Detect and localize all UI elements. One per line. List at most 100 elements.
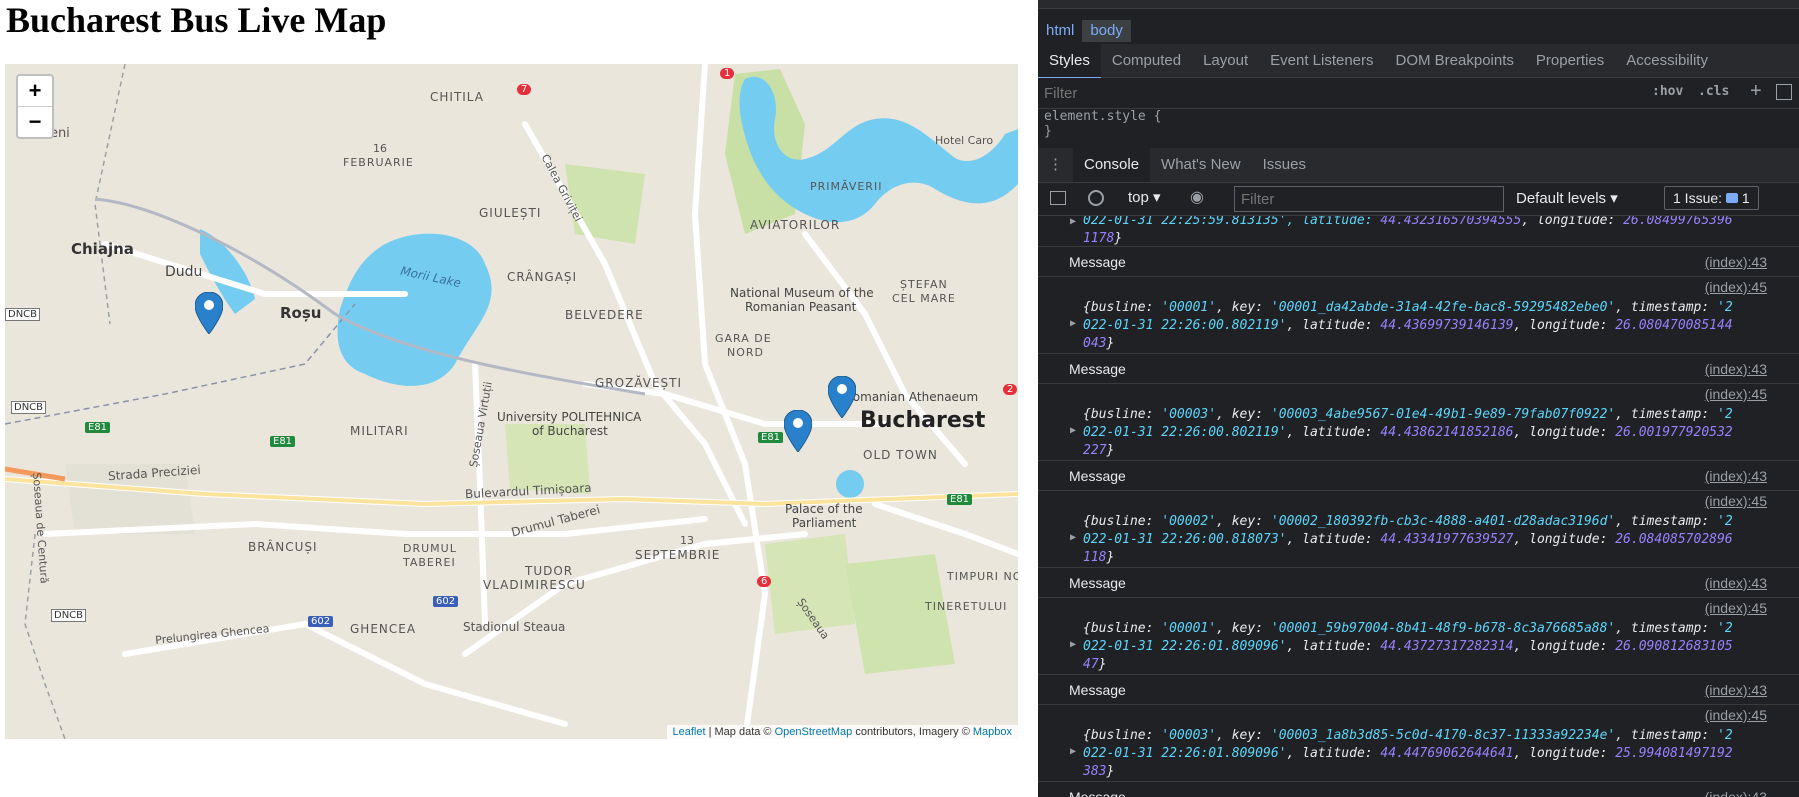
styles-filter-input[interactable] (1042, 81, 1636, 105)
log-message-row: Message (index):43 (1038, 568, 1799, 598)
map-label-palace-line2: Parliament (792, 516, 857, 530)
console-log: 022-01-31 22:25:59.813135', latitude: 44… (1038, 216, 1799, 797)
log-source-link[interactable]: (index):45 (1705, 279, 1767, 295)
log-message-row: Message (index):43 (1038, 675, 1799, 705)
timestamp-value: 022-01-31 22:26:00.802119' (1083, 318, 1287, 333)
context-value: top (1128, 189, 1149, 206)
expand-arrow-icon[interactable]: ▶ (1070, 532, 1076, 543)
longitude-value-rest: 043 (1083, 336, 1107, 351)
show-sidebar-icon[interactable] (1050, 191, 1066, 205)
hov-toggle[interactable]: :hov (1652, 84, 1683, 99)
map-label-primaverii: PRIMĂVERII (810, 180, 883, 193)
log-source-link[interactable]: (index):43 (1705, 789, 1767, 797)
tab-computed[interactable]: Computed (1101, 44, 1192, 77)
longitude-value-rest: 47 (1083, 657, 1099, 672)
new-style-rule-icon[interactable]: + (1750, 80, 1762, 103)
map-label-univ-line2: of Bucharest (532, 424, 608, 438)
bus-marker-2[interactable] (828, 376, 856, 418)
log-source-link[interactable]: (index):43 (1705, 682, 1767, 698)
log-levels-dropdown[interactable]: Default levels ▾ (1516, 189, 1618, 207)
breadcrumb-body[interactable]: body (1082, 20, 1131, 42)
dom-breadcrumb: html body (1038, 18, 1131, 44)
bus-map[interactable]: Rudeni CHITILA 16 FEBRUARIE Calea Griviț… (5, 64, 1018, 739)
expand-arrow-icon[interactable]: ▶ (1070, 746, 1076, 757)
log-source-link[interactable]: (index):43 (1705, 254, 1767, 270)
map-label-athenaeum: Romanian Athenaeum (845, 390, 979, 404)
key-value: '00001_59b97004-8b41-48f9-b678-8c3a76685… (1270, 621, 1616, 636)
context-selector[interactable]: top ▾ (1128, 188, 1161, 206)
tab-event-listeners[interactable]: Event Listeners (1259, 44, 1384, 77)
attribution-text-2: contributors, Imagery © (852, 726, 973, 738)
road-shield-e81-3: E81 (758, 432, 784, 443)
log-source-link[interactable]: (index):45 (1705, 493, 1767, 509)
partial-longitude-key: , longitude: (1521, 216, 1624, 228)
live-expression-eye-icon[interactable]: ◉ (1190, 187, 1204, 207)
busline-value: '00003' (1161, 728, 1217, 743)
bus-marker-3[interactable] (784, 410, 812, 452)
map-label-chiajna: Chiajna (71, 240, 134, 258)
latitude-value: 44.43862141852186 (1380, 425, 1514, 440)
timestamp-value: 022-01-31 22:26:00.818073' (1083, 532, 1287, 547)
log-object-row: (index):45 ▶ {busline: '00003', key: '0000… (1038, 384, 1799, 461)
breadcrumb-html[interactable]: html (1038, 20, 1082, 42)
expand-arrow-icon[interactable]: ▶ (1070, 425, 1076, 436)
log-object[interactable]: {busline: '00001', key: '00001_da42abde-… (1083, 299, 1773, 353)
tab-whats-new[interactable]: What's New (1150, 148, 1252, 182)
map-label-taberei-district: TABEREI (403, 556, 456, 569)
latitude-value: 44.43699739146139 (1380, 318, 1514, 333)
drawer-menu-icon[interactable]: ⋮ (1038, 148, 1073, 182)
log-object[interactable]: {busline: '00003', key: '00003_1a8b3d85-… (1083, 727, 1773, 781)
timestamp-value: 022-01-31 22:26:00.802119' (1083, 425, 1287, 440)
timestamp-value: 022-01-31 22:26:01.809096' (1083, 639, 1287, 654)
tab-dom-breakpoints[interactable]: DOM Breakpoints (1385, 44, 1525, 77)
log-object-row: (index):45 ▶ {busline: '00001', key: '0000… (1038, 277, 1799, 354)
log-levels-value: Default levels (1516, 190, 1607, 207)
timestamp-value-start: '2 (1717, 300, 1733, 315)
issues-button[interactable]: 1 Issue: 1 (1664, 186, 1759, 210)
log-source-link[interactable]: (index):45 (1705, 600, 1767, 616)
bus-marker-1[interactable] (195, 292, 223, 334)
map-label-stefan: ȘTEFAN (900, 278, 948, 291)
log-message-text: Message (1069, 254, 1126, 270)
map-label-rosu: Roșu (280, 304, 322, 322)
log-message-text: Message (1069, 468, 1126, 484)
clear-console-icon[interactable] (1088, 190, 1104, 206)
log-source-link[interactable]: (index):45 (1705, 386, 1767, 402)
zoom-in-button[interactable]: + (18, 76, 52, 106)
log-source-link[interactable]: (index):43 (1705, 468, 1767, 484)
log-source-link[interactable]: (index):43 (1705, 575, 1767, 591)
expand-arrow-icon[interactable]: ▶ (1070, 318, 1076, 329)
tab-layout[interactable]: Layout (1192, 44, 1259, 77)
tab-issues[interactable]: Issues (1252, 148, 1317, 182)
log-source-link[interactable]: (index):43 (1705, 361, 1767, 377)
log-object[interactable]: {busline: '00001', key: '00001_59b97004-… (1083, 620, 1773, 674)
key-value: '00001_da42abde-31a4-42fe-bac8-59295482e… (1270, 300, 1616, 315)
log-object[interactable]: {busline: '00003', key: '00003_4abe9567-… (1083, 406, 1773, 460)
log-object[interactable]: {busline: '00002', key: '00002_180392fb-… (1083, 513, 1773, 567)
mapbox-link[interactable]: Mapbox (973, 726, 1012, 738)
log-entry-partial: 022-01-31 22:25:59.813135', latitude: 44… (1038, 216, 1799, 247)
busline-value: '00001' (1161, 621, 1217, 636)
expand-arrow-icon[interactable]: ▶ (1070, 639, 1076, 650)
road-shield-602-1: 602 (433, 596, 459, 607)
latitude-value: 44.43727317282314 (1380, 639, 1514, 654)
console-filter-input[interactable] (1234, 186, 1504, 212)
timestamp-value-start: '2 (1717, 407, 1733, 422)
longitude-value: 26.090812683105 (1615, 639, 1733, 654)
log-message-row: Message (index):43 (1038, 247, 1799, 277)
tab-properties[interactable]: Properties (1525, 44, 1615, 77)
tab-styles[interactable]: Styles (1038, 44, 1101, 79)
partial-longitude: 26.08499765396 (1623, 216, 1733, 228)
log-source-link[interactable]: (index):45 (1705, 707, 1767, 723)
leaflet-link[interactable]: Leaflet (673, 726, 706, 738)
tab-accessibility[interactable]: Accessibility (1615, 44, 1719, 77)
longitude-value: 26.001977920532 (1615, 425, 1733, 440)
zoom-out-button[interactable]: − (18, 106, 52, 137)
tab-console[interactable]: Console (1073, 148, 1151, 182)
cls-toggle[interactable]: .cls (1698, 84, 1729, 99)
toggle-sidebar-icon[interactable] (1776, 84, 1792, 100)
expand-arrow-icon[interactable]: ▶ (1070, 216, 1076, 227)
openstreetmap-link[interactable]: OpenStreetMap (775, 726, 853, 738)
road-shield-e81-1: E81 (85, 422, 111, 433)
map-label-crangasi: CRÂNGAȘI (507, 270, 578, 284)
